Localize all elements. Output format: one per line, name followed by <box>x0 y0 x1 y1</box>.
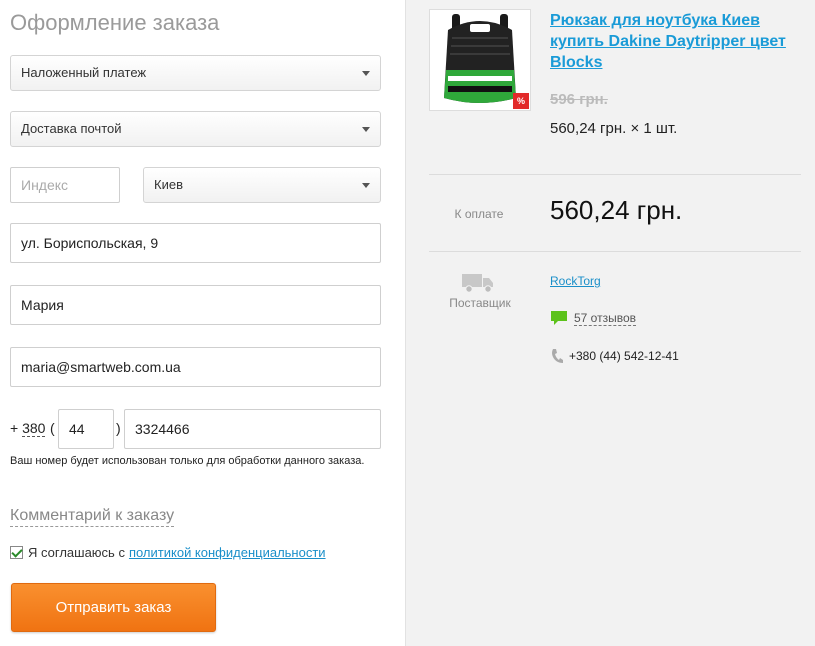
product-image[interactable]: % <box>429 9 531 111</box>
speech-bubble-icon <box>551 311 567 325</box>
phone-icon <box>552 349 563 363</box>
reviews-count: 57 отзывов <box>574 310 637 326</box>
chevron-down-icon <box>362 127 370 132</box>
product-title-link[interactable]: Рюкзак для ноутбука Киев купить Dakine D… <box>550 10 810 73</box>
phone-area-code-field[interactable]: 44 <box>58 409 114 449</box>
address-field[interactable]: ул. Бориспольская, 9 <box>10 223 381 263</box>
phone-number-field[interactable]: 3324466 <box>124 409 381 449</box>
seller-phone: +380 (44) 542-12-41 <box>550 348 679 364</box>
city-value: Киев <box>154 177 183 192</box>
phone-country-code[interactable]: 380 <box>22 420 46 437</box>
delivery-method-select[interactable]: Доставка почтой <box>10 111 381 147</box>
phone-hint: Ваш номер будет использован только для о… <box>10 455 365 467</box>
truck-icon <box>462 274 493 293</box>
old-price: 596 грн. <box>550 91 608 108</box>
sale-badge: % <box>517 96 526 106</box>
pay-label: К оплате <box>454 207 504 221</box>
pay-total: 560,24 грн. <box>550 195 683 225</box>
seller-reviews[interactable]: 57 отзывов <box>550 310 637 326</box>
backpack-image <box>430 10 530 110</box>
payment-method-select[interactable]: Наложенный платеж <box>10 55 381 91</box>
phone-area-code-value: 44 <box>69 421 85 437</box>
delivery-method-value: Доставка почтой <box>21 121 122 136</box>
name-value: Мария <box>21 297 64 313</box>
order-form-panel: Оформление заказа Наложенный платеж Дост… <box>0 0 405 646</box>
divider <box>429 251 801 252</box>
postcode-placeholder: Индекс <box>21 177 69 193</box>
email-field[interactable]: maria@smartweb.com.ua <box>10 347 381 387</box>
order-comment-link[interactable]: Комментарий к заказу <box>10 506 175 527</box>
email-value: maria@smartweb.com.ua <box>21 359 181 375</box>
phone-number-value: 3324466 <box>135 421 190 437</box>
submit-order-button[interactable]: Отправить заказ <box>11 583 216 632</box>
name-field[interactable]: Мария <box>10 285 381 325</box>
agree-text: Я соглашаюсь с <box>28 545 125 560</box>
payment-method-value: Наложенный платеж <box>21 65 147 80</box>
phone-close-paren: ) <box>116 420 121 436</box>
city-select[interactable]: Киев <box>143 167 381 203</box>
privacy-policy-link[interactable]: политикой конфиденциальности <box>129 545 326 560</box>
supplier-label: Поставщик <box>449 296 511 310</box>
phone-prefix: + 380 <box>10 420 46 437</box>
phone-open-paren: ( <box>50 420 55 436</box>
agree-checkbox[interactable] <box>10 546 23 559</box>
page-title: Оформление заказа <box>10 10 220 35</box>
privacy-agreement: Я соглашаюсь с политикой конфиденциально… <box>10 545 326 560</box>
price-quantity: 560,24 грн. × 1 шт. <box>550 120 678 137</box>
chevron-down-icon <box>362 71 370 76</box>
divider <box>429 174 801 175</box>
phone-plus: + <box>10 420 19 436</box>
order-summary-panel: % Рюкзак для ноутбука Киев купить Dakine… <box>405 0 815 646</box>
seller-link[interactable]: RockTorg <box>550 274 601 288</box>
chevron-down-icon <box>362 183 370 188</box>
postcode-field[interactable]: Индекс <box>10 167 120 203</box>
address-value: ул. Бориспольская, 9 <box>21 235 159 251</box>
seller-phone-number: +380 (44) 542-12-41 <box>569 349 679 363</box>
